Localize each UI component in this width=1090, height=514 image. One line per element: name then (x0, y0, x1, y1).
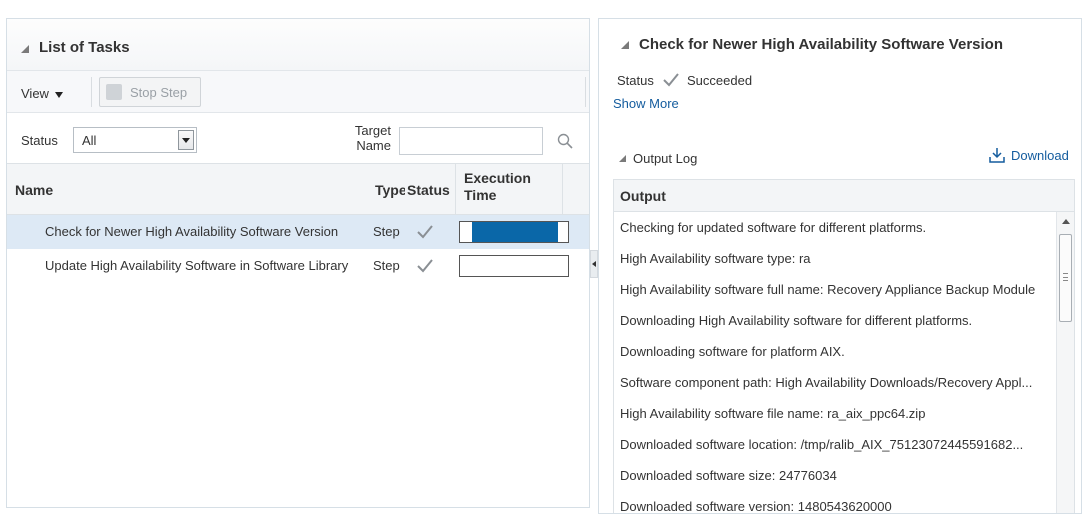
task-detail-panel: Check for Newer High Availability Softwa… (598, 18, 1082, 514)
grip-icon (1063, 273, 1068, 281)
view-menu-label: View (21, 86, 49, 101)
task-list-panel: List of Tasks View Stop Step Status All … (6, 18, 590, 508)
caret-down-icon (54, 91, 63, 98)
status-filter-select[interactable]: All (73, 127, 197, 153)
toolbar-divider (585, 77, 586, 107)
column-header-name[interactable]: Name (7, 164, 371, 214)
toolbar-divider (91, 77, 92, 107)
target-name-label: Target Name (354, 123, 391, 153)
collapse-triangle-icon[interactable] (619, 155, 626, 162)
show-more-link[interactable]: Show More (613, 96, 679, 111)
column-header-execution-time[interactable]: Execution Time (455, 164, 563, 214)
task-table-header: Name Type Status Execution Time (7, 163, 589, 215)
download-link[interactable]: Download (1011, 148, 1069, 163)
output-log-title: Output Log (633, 151, 698, 166)
check-icon (417, 259, 433, 273)
output-scrollbar[interactable] (1056, 212, 1074, 513)
status-filter-label: Status (21, 133, 58, 148)
filter-bar: Status All Target Name (7, 113, 589, 163)
check-icon (417, 225, 433, 239)
output-log-table: Output Checking for updated software for… (613, 179, 1075, 514)
column-header-status[interactable]: Status (405, 164, 455, 214)
column-header-type-label: Type (375, 182, 405, 198)
task-row[interactable]: Check for Newer High Availability Softwa… (7, 215, 589, 249)
collapse-triangle-icon[interactable] (621, 41, 629, 49)
output-line: Downloading High Availability software f… (620, 313, 973, 328)
task-name: Check for Newer High Availability Softwa… (45, 224, 339, 239)
status-filter-value: All (82, 133, 97, 148)
task-type: Step (373, 258, 400, 273)
output-line: High Availability software type: ra (620, 251, 811, 266)
dropdown-arrow-icon[interactable] (178, 130, 194, 150)
task-list-title: List of Tasks (39, 39, 130, 56)
status-label: Status (617, 73, 654, 88)
output-line: Software component path: High Availabili… (620, 375, 1033, 390)
collapse-triangle-icon[interactable] (21, 45, 29, 53)
column-header-status-label: Status (407, 182, 450, 198)
view-menu[interactable]: View (21, 86, 63, 101)
search-icon[interactable] (557, 133, 573, 149)
column-header-execution-time-label: Execution Time (464, 170, 531, 203)
column-header-name-label: Name (15, 182, 54, 198)
output-column-header-label: Output (620, 188, 666, 204)
download-icon[interactable] (989, 147, 1005, 163)
output-column-header[interactable]: Output (614, 180, 1074, 212)
output-rows: Checking for updated software for differ… (614, 212, 1056, 514)
task-list-header: List of Tasks (7, 19, 589, 71)
output-line: Downloaded software size: 24776034 (620, 468, 837, 483)
column-header-type[interactable]: Type (371, 164, 405, 214)
scroll-up-arrow-icon[interactable] (1062, 219, 1070, 224)
scrollbar-thumb[interactable] (1059, 234, 1072, 322)
stop-icon (106, 84, 122, 100)
execution-time-fill (472, 222, 558, 242)
stop-step-button[interactable]: Stop Step (99, 77, 201, 107)
output-line: Downloading software for platform AIX. (620, 344, 845, 359)
output-line: High Availability software full name: Re… (620, 282, 1036, 297)
output-line: Downloaded software location: /tmp/ralib… (620, 437, 1024, 452)
panel-splitter-handle[interactable] (590, 250, 598, 278)
task-type: Step (373, 224, 400, 239)
output-line: High Availability software file name: ra… (620, 406, 926, 421)
target-name-input[interactable] (399, 127, 543, 155)
status-value: Succeeded (687, 73, 753, 88)
task-row[interactable]: Update High Availability Software in Sof… (7, 249, 589, 283)
task-detail-title: Check for Newer High Availability Softwa… (639, 36, 1003, 53)
output-line: Checking for updated software for differ… (620, 220, 927, 235)
task-toolbar: View Stop Step (7, 71, 589, 113)
execution-time-bar (459, 221, 569, 243)
output-line: Downloaded software version: 14805436200… (620, 499, 892, 514)
execution-time-bar (459, 255, 569, 277)
check-icon (663, 73, 679, 87)
task-name: Update High Availability Software in Sof… (45, 258, 349, 273)
stop-step-label: Stop Step (130, 85, 188, 100)
